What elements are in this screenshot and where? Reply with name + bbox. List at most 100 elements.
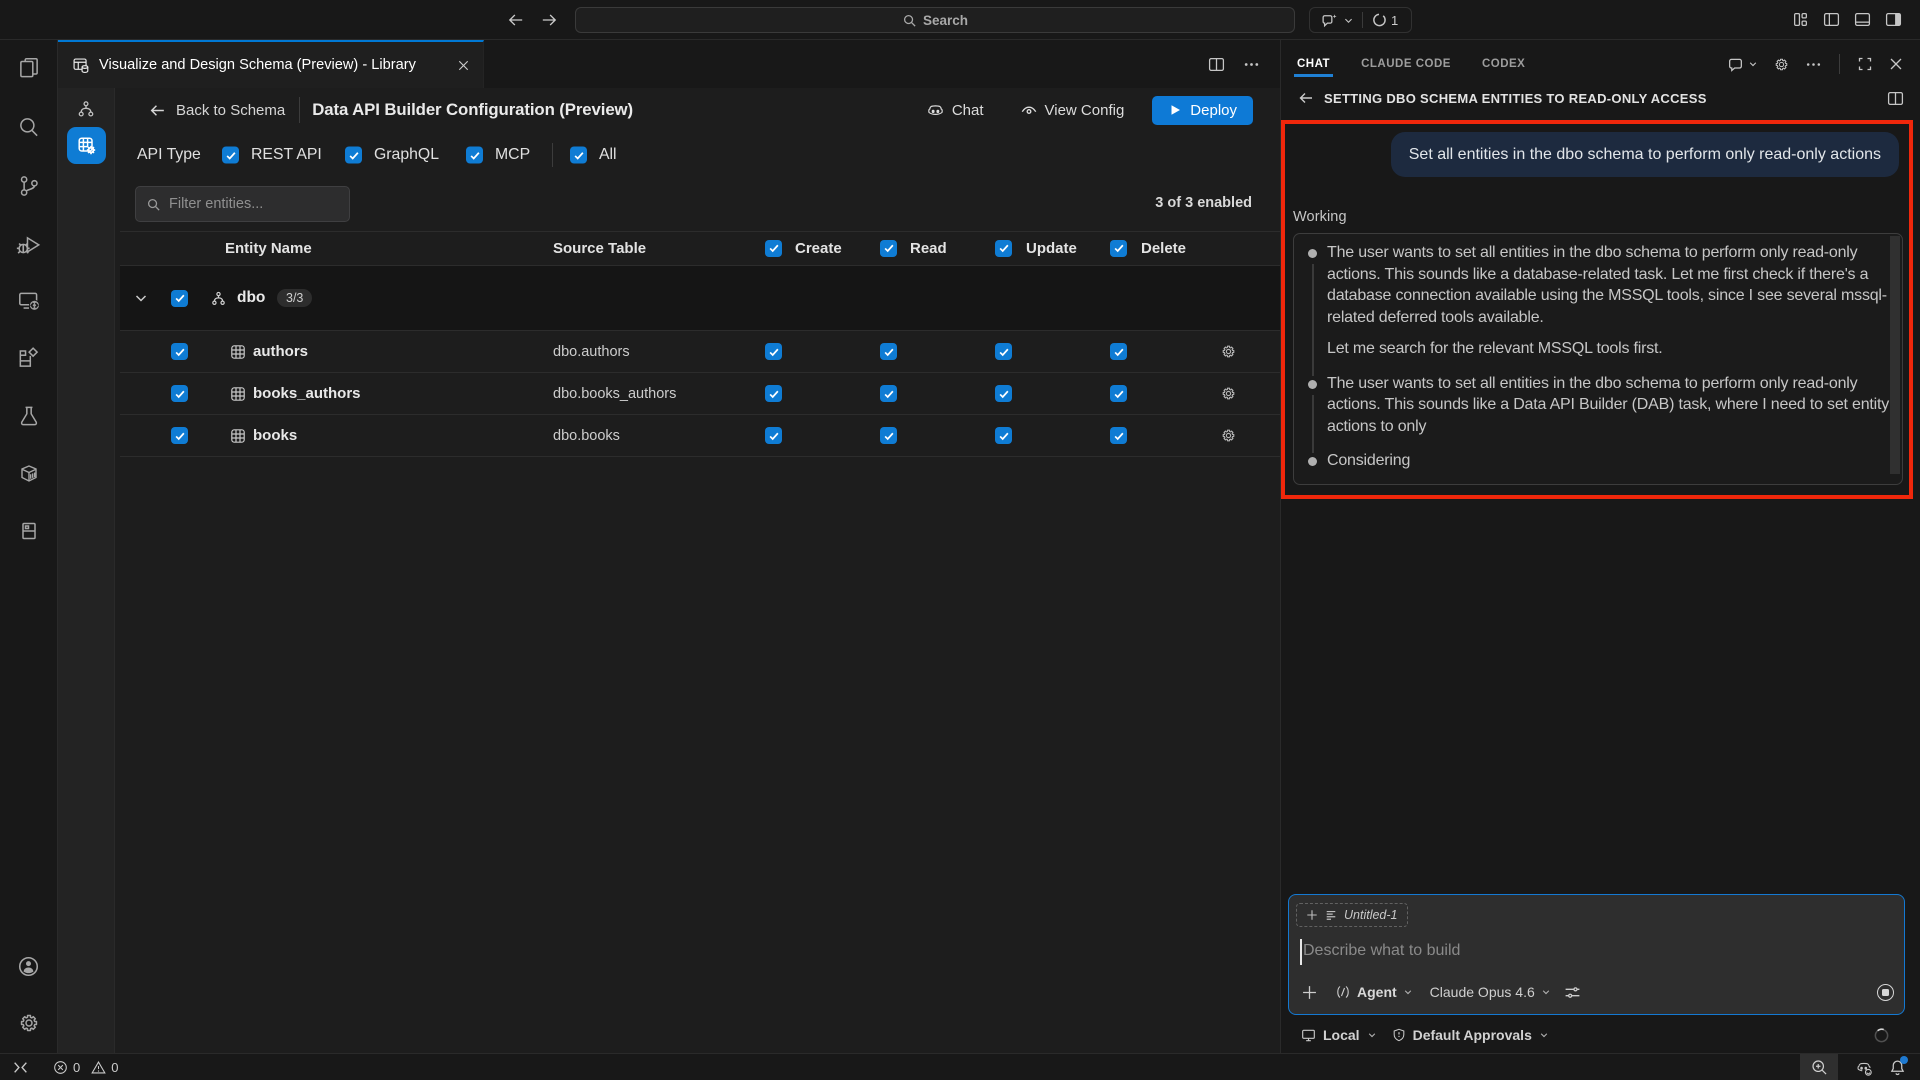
tools-sliders-icon[interactable] <box>1564 984 1581 1001</box>
tab-chat[interactable]: CHAT <box>1297 58 1330 70</box>
chat-more-actions-icon[interactable] <box>1805 56 1822 73</box>
run-debug-icon[interactable] <box>0 221 57 269</box>
mcp-checkbox[interactable] <box>466 147 483 164</box>
group-chevron-icon[interactable] <box>133 290 149 306</box>
database-projects-icon[interactable] <box>0 507 57 555</box>
progress-circle-icon[interactable] <box>1371 12 1387 28</box>
model-picker[interactable]: Claude Opus 4.6 <box>1430 984 1551 1000</box>
split-editor-icon[interactable] <box>1208 56 1225 73</box>
close-panel-icon[interactable] <box>1888 56 1904 72</box>
col-delete-checkbox[interactable] <box>1110 240 1127 257</box>
delete-checkbox[interactable] <box>1110 343 1127 360</box>
thinking-container: The user wants to set all entities in th… <box>1293 233 1903 485</box>
testing-icon[interactable] <box>0 392 57 440</box>
command-center-search[interactable]: Search <box>575 7 1295 33</box>
containers-icon[interactable] <box>0 450 57 498</box>
api-divider <box>552 143 553 167</box>
read-checkbox[interactable] <box>880 343 897 360</box>
mcp-label: MCP <box>495 146 530 164</box>
tab-claude-code[interactable]: CLAUDE CODE <box>1361 58 1451 70</box>
col-update-checkbox[interactable] <box>995 240 1012 257</box>
mode-picker[interactable]: Agent <box>1335 984 1413 1000</box>
tab-close-icon[interactable] <box>456 58 471 73</box>
chat-back-icon[interactable] <box>1297 89 1315 107</box>
read-checkbox[interactable] <box>880 427 897 444</box>
chat-input-box[interactable]: Untitled-1 Describe what to build Agent … <box>1288 894 1905 1015</box>
monitor-icon <box>1301 1028 1316 1043</box>
open-session-in-editor-icon[interactable] <box>1887 90 1904 107</box>
create-checkbox[interactable] <box>765 343 782 360</box>
model-label: Claude Opus 4.6 <box>1430 984 1535 1000</box>
entity-row-books[interactable]: books dbo.books <box>120 415 1280 456</box>
row-settings-gear-icon[interactable] <box>1220 427 1237 444</box>
schema-diagram-icon[interactable] <box>76 99 96 119</box>
update-checkbox[interactable] <box>995 343 1012 360</box>
remote-indicator-icon[interactable] <box>12 1059 29 1076</box>
explorer-icon[interactable] <box>0 44 57 92</box>
request-count: 1 <box>1391 13 1398 28</box>
user-message-text: Set all entities in the dbo schema to pe… <box>1409 146 1881 164</box>
settings-gear-icon[interactable] <box>0 999 57 1047</box>
approvals-picker[interactable]: Default Approvals <box>1392 1027 1549 1043</box>
nav-forward-icon[interactable] <box>540 11 558 29</box>
toggle-secondary-sidebar-icon[interactable] <box>1885 11 1902 28</box>
graphql-checkbox[interactable] <box>345 147 362 164</box>
maximize-panel-icon[interactable] <box>1857 56 1873 72</box>
chat-panel-tabs: CHAT CLAUDE CODE CODEX <box>1281 40 1920 88</box>
table-header-row: Entity Name Source Table Create Read Upd… <box>120 231 1280 265</box>
editor-more-actions-icon[interactable] <box>1243 56 1260 73</box>
title-bar: Search 1 <box>0 0 1920 40</box>
deploy-button[interactable]: Deploy <box>1152 96 1253 125</box>
zoom-status-button[interactable] <box>1800 1054 1838 1080</box>
stop-button[interactable] <box>1877 984 1894 1001</box>
copilot-titlebar-group[interactable]: 1 <box>1309 7 1412 33</box>
tab-visualize-design-schema[interactable]: Visualize and Design Schema (Preview) - … <box>58 40 484 88</box>
row-settings-gear-icon[interactable] <box>1220 385 1237 402</box>
copilot-status-icon[interactable] <box>1855 1059 1873 1077</box>
col-read-checkbox[interactable] <box>880 240 897 257</box>
chat-button[interactable]: Chat <box>926 101 984 120</box>
update-checkbox[interactable] <box>995 427 1012 444</box>
source-control-icon[interactable] <box>0 162 57 210</box>
customize-layout-icon[interactable] <box>1792 11 1809 28</box>
attach-plus-icon[interactable] <box>1302 985 1317 1000</box>
chat-mode-icon[interactable] <box>1727 56 1758 73</box>
nav-back-icon[interactable] <box>507 11 525 29</box>
filter-placeholder: Filter entities... <box>169 196 263 212</box>
entity-row-books-authors[interactable]: books_authors dbo.books_authors <box>120 373 1280 414</box>
schema-group-row[interactable]: dbo 3/3 <box>120 266 1280 330</box>
create-checkbox[interactable] <box>765 385 782 402</box>
environment-picker[interactable]: Local <box>1301 1027 1377 1043</box>
problems-indicator[interactable]: 0 0 <box>53 1060 118 1075</box>
copilot-chat-icon[interactable] <box>1321 12 1338 29</box>
group-checkbox[interactable] <box>171 290 188 307</box>
filter-entities-input[interactable]: Filter entities... <box>135 186 350 222</box>
toggle-panel-icon[interactable] <box>1854 11 1871 28</box>
all-checkbox[interactable] <box>570 147 587 164</box>
toggle-sidebar-icon[interactable] <box>1823 11 1840 28</box>
row-checkbox[interactable] <box>171 385 188 402</box>
accounts-icon[interactable] <box>0 942 57 990</box>
remote-explorer-icon[interactable] <box>0 277 57 325</box>
row-checkbox[interactable] <box>171 427 188 444</box>
row-checkbox[interactable] <box>171 343 188 360</box>
extensions-icon[interactable] <box>0 334 57 382</box>
table-config-tab-active[interactable] <box>67 127 106 164</box>
update-checkbox[interactable] <box>995 385 1012 402</box>
tab-codex[interactable]: CODEX <box>1482 58 1525 70</box>
col-create-checkbox[interactable] <box>765 240 782 257</box>
view-config-button[interactable]: View Config <box>1020 101 1125 119</box>
scrollbar-thumb[interactable] <box>1890 236 1900 474</box>
create-checkbox[interactable] <box>765 427 782 444</box>
chat-settings-gear-icon[interactable] <box>1773 56 1790 73</box>
back-to-schema-button[interactable]: Back to Schema <box>148 101 285 120</box>
delete-checkbox[interactable] <box>1110 427 1127 444</box>
row-settings-gear-icon[interactable] <box>1220 343 1237 360</box>
rest-api-checkbox[interactable] <box>222 147 239 164</box>
attached-file-chip[interactable]: Untitled-1 <box>1296 903 1408 927</box>
delete-checkbox[interactable] <box>1110 385 1127 402</box>
notifications-bell-icon[interactable] <box>1889 1059 1906 1076</box>
read-checkbox[interactable] <box>880 385 897 402</box>
search-sidebar-icon[interactable] <box>0 103 57 151</box>
entity-row-authors[interactable]: authors dbo.authors <box>120 331 1280 372</box>
